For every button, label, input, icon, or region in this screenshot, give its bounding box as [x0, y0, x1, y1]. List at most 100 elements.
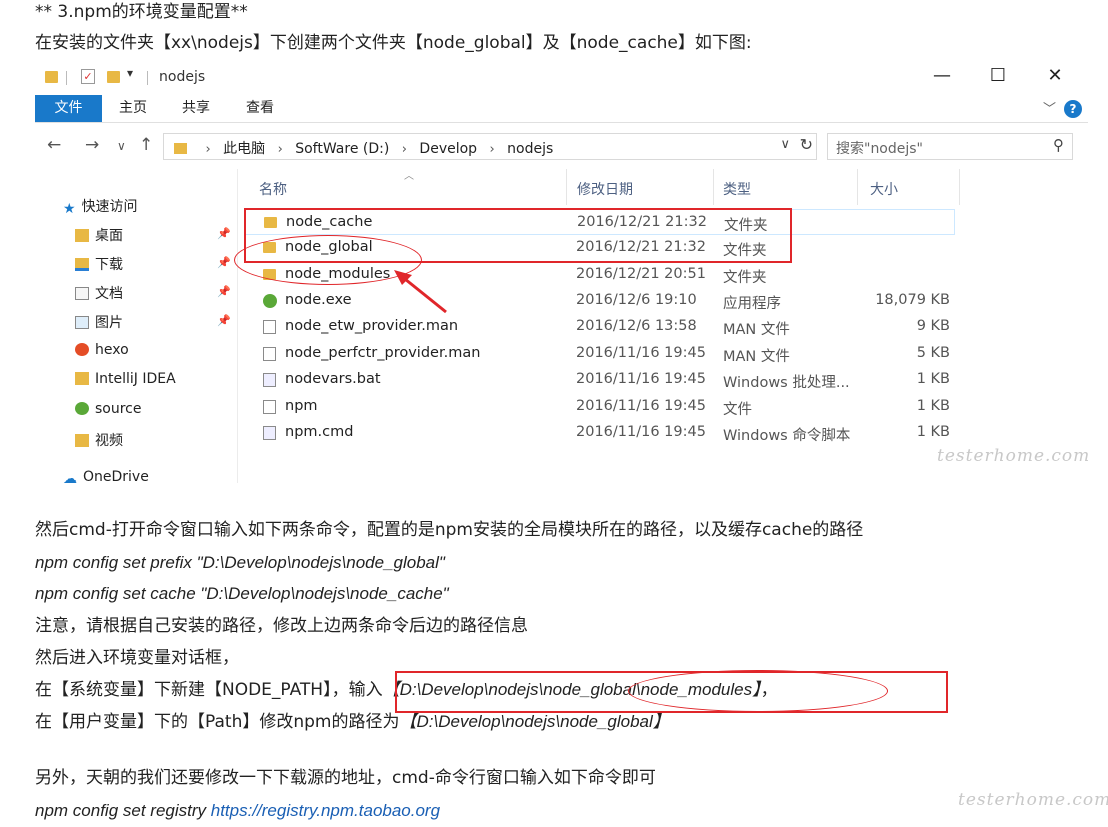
address-dropdown-icon[interactable]: ∨ [780, 137, 790, 152]
address-bar[interactable]: › 此电脑 › SoftWare (D:) › Develop › nodejs… [163, 133, 817, 160]
pin-icon: 📌 [217, 314, 231, 327]
nav-item-downloads[interactable]: 下载 [75, 254, 123, 274]
column-date[interactable]: 修改日期 [577, 179, 633, 199]
maximize-icon[interactable]: ☐ [978, 65, 1018, 86]
search-input[interactable]: 搜索"nodejs" [836, 138, 923, 158]
nav-item-onedrive[interactable]: ☁ OneDrive [63, 469, 149, 483]
registry-link[interactable]: https://registry.npm.taobao.org [211, 801, 440, 820]
ribbon: 文件 主页 共享 查看 ﹀ ? [35, 95, 1088, 123]
folder-icon [75, 372, 89, 385]
file-date: 2016/12/6 19:10 [576, 292, 697, 308]
sort-ascending-icon: ︿ [404, 171, 414, 182]
command-script-icon [263, 426, 276, 440]
breadcrumb-develop[interactable]: Develop [419, 141, 477, 157]
column-size[interactable]: 大小 [870, 179, 898, 199]
file-size: 1 KB [916, 371, 950, 387]
chevron-right-icon: › [489, 142, 495, 157]
nav-item-documents[interactable]: 文档 [75, 283, 123, 303]
chevron-right-icon: › [205, 142, 211, 157]
refresh-icon[interactable]: ↻ [800, 135, 813, 154]
up-icon[interactable]: ↑ [139, 135, 153, 155]
nav-item-pictures[interactable]: 图片 [75, 312, 123, 332]
annotation-arrow-icon [394, 270, 447, 314]
file-size: 1 KB [916, 424, 950, 440]
nav-item-quick-access[interactable]: ★ 快速访问 [63, 196, 138, 217]
file-name: npm.cmd [285, 424, 354, 440]
close-icon[interactable]: ✕ [1035, 65, 1075, 86]
documents-icon [75, 287, 89, 300]
file-date: 2016/11/16 19:45 [576, 398, 706, 414]
tab-share[interactable]: 共享 [164, 95, 228, 122]
paragraph: 然后进入环境变量对话框， [35, 648, 239, 668]
file-row[interactable]: node.exe 2016/12/6 19:10 应用程序 18,079 KB [245, 288, 955, 314]
watermark: testerhome.com [958, 790, 1108, 810]
navigation-pane: ★ 快速访问 桌面 📌 下载 📌 文档 📌 图片 📌 hexo IntelliJ … [35, 169, 237, 483]
nav-item-videos[interactable]: 视频 [75, 430, 123, 450]
folder-icon [45, 71, 58, 83]
forward-icon[interactable]: → [85, 135, 99, 155]
command-prefix: npm config set prefix "D:\Develop\nodejs… [35, 553, 445, 572]
toolbar-divider [147, 71, 148, 85]
minimize-icon[interactable]: — [922, 65, 962, 86]
file-icon [263, 320, 276, 334]
breadcrumb-this-pc[interactable]: 此电脑 [223, 141, 265, 157]
chevron-right-icon: › [401, 142, 407, 157]
tab-view[interactable]: 查看 [228, 95, 292, 122]
column-divider[interactable] [566, 169, 567, 205]
search-box[interactable]: 搜索"nodejs" ⚲ [827, 133, 1073, 160]
nav-item-desktop[interactable]: 桌面 [75, 225, 123, 245]
file-size: 18,079 KB [875, 292, 950, 308]
user-path-paragraph: 在【用户变量】下的【Path】修改npm的路径为【D:\Develop\node… [35, 712, 670, 732]
file-row[interactable]: nodevars.bat 2016/11/16 19:45 Windows 批处… [245, 367, 955, 393]
watermark: testerhome.com [937, 446, 1088, 466]
paragraph: 注意，请根据自己安装的路径，修改上边两条命令后边的路径信息 [35, 616, 528, 636]
nav-item-source[interactable]: source [75, 401, 142, 417]
column-type[interactable]: 类型 [723, 179, 751, 199]
file-name: nodevars.bat [285, 371, 381, 387]
file-row[interactable]: node_etw_provider.man 2016/12/6 13:58 MA… [245, 314, 955, 340]
file-date: 2016/11/16 19:45 [576, 371, 706, 387]
properties-icon[interactable]: ✓ [81, 69, 95, 84]
file-date: 2016/11/16 19:45 [576, 345, 706, 361]
user-path-value: 【D:\Develop\nodejs\node_global】 [399, 712, 670, 731]
recent-chevron-icon[interactable]: ∨ [117, 139, 126, 153]
pin-icon: 📌 [217, 285, 231, 298]
pin-icon: 📌 [217, 256, 231, 269]
file-row[interactable]: npm 2016/11/16 19:45 文件 1 KB [245, 394, 955, 420]
nav-item-intellij-idea[interactable]: IntelliJ IDEA [75, 371, 176, 387]
tab-home[interactable]: 主页 [101, 95, 165, 122]
column-divider[interactable] [713, 169, 714, 205]
file-size: 1 KB [916, 398, 950, 414]
file-name: npm [285, 398, 318, 414]
annotation-ellipse [628, 670, 888, 712]
file-type: MAN 文件 [723, 349, 790, 365]
command-cache: npm config set cache "D:\Develop\nodejs\… [35, 584, 449, 603]
quick-access-dropdown-icon[interactable]: ▾ [127, 66, 133, 80]
download-folder-icon [75, 258, 89, 271]
paragraph: 另外，天朝的我们还要修改一下下载源的地址，cmd-命令行窗口输入如下命令即可 [35, 768, 656, 788]
address-row: ← → ∨ ↑ › 此电脑 › SoftWare (D:) › Develop … [35, 129, 1088, 163]
file-row[interactable]: node_perfctr_provider.man 2016/11/16 19:… [245, 341, 955, 367]
nav-item-hexo[interactable]: hexo [75, 342, 129, 358]
chevron-down-icon[interactable]: ﹀ [1043, 98, 1056, 117]
column-name[interactable]: 名称 [259, 179, 287, 199]
help-icon[interactable]: ? [1064, 100, 1082, 118]
file-type: 文件夹 [723, 270, 767, 286]
registry-command: npm config set registry https://registry… [35, 801, 441, 820]
new-folder-icon[interactable] [107, 71, 120, 83]
explorer-window: ✓ ▾ nodejs — ☐ ✕ 文件 主页 共享 查看 ﹀ ? ← → ∨ ↑… [35, 63, 1088, 483]
paragraph: 然后cmd-打开命令窗口输入如下两条命令，配置的是npm安装的全局模块所在的路径… [35, 520, 864, 540]
file-row[interactable]: npm.cmd 2016/11/16 19:45 Windows 命令脚本 1 … [245, 420, 955, 446]
tab-file[interactable]: 文件 [35, 95, 102, 122]
column-divider[interactable] [959, 169, 960, 205]
toolbar-divider [66, 71, 67, 85]
back-icon[interactable]: ← [47, 135, 61, 155]
breadcrumb-nodejs[interactable]: nodejs [507, 141, 553, 157]
cloud-icon: ☁ [63, 471, 77, 483]
batch-file-icon [263, 373, 276, 387]
search-icon[interactable]: ⚲ [1053, 136, 1064, 154]
breadcrumb-software-d[interactable]: SoftWare (D:) [295, 141, 389, 157]
title-bar: ✓ ▾ nodejs — ☐ ✕ [35, 63, 1088, 93]
file-type: 应用程序 [723, 296, 781, 312]
column-divider[interactable] [857, 169, 858, 205]
